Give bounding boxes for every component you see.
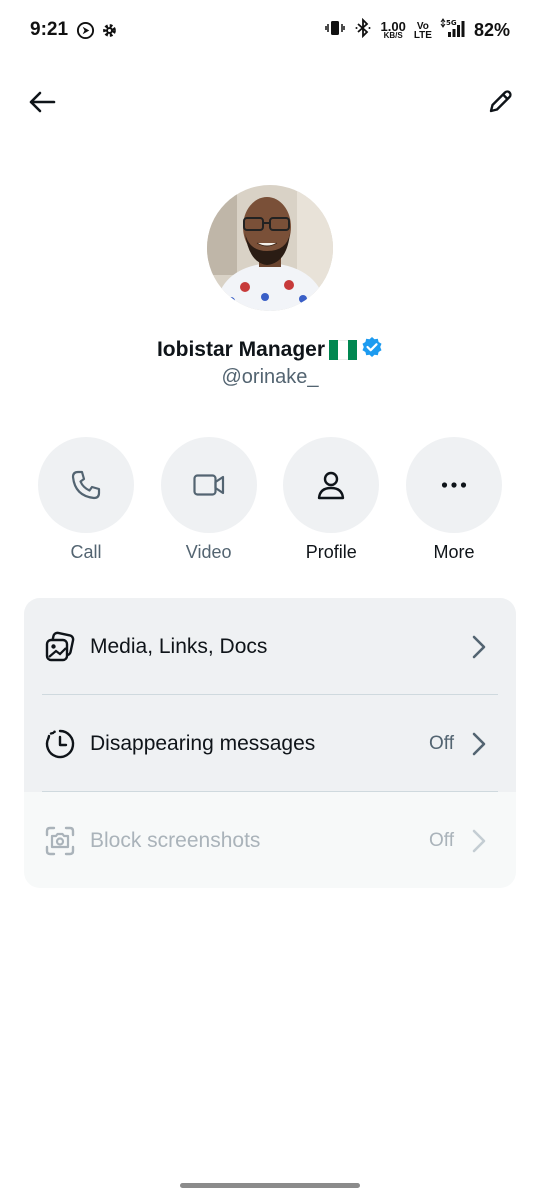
vibrate-icon <box>324 18 345 43</box>
media-icon <box>44 631 76 663</box>
verified-badge-icon <box>361 336 383 364</box>
block-screenshots-row[interactable]: Block screenshots Off <box>24 792 516 888</box>
chevron-right-icon <box>468 732 490 755</box>
status-time: 9:21 <box>30 19 69 40</box>
volte-indicator: Vo LTE <box>413 20 432 41</box>
screenshot-icon <box>44 825 76 857</box>
disappearing-messages-row[interactable]: Disappearing messages Off <box>24 695 516 792</box>
edit-button[interactable] <box>482 84 518 120</box>
more-icon <box>441 482 467 488</box>
user-handle: @orinake_ <box>221 366 319 388</box>
status-bar: 9:21 1.00 KB/S Vo LTE 5G 82% <box>0 0 540 62</box>
chevron-right-icon <box>468 635 490 658</box>
svg-text:5G: 5G <box>446 19 457 27</box>
home-indicator[interactable] <box>180 1183 360 1188</box>
gear-icon <box>101 22 118 44</box>
video-button[interactable]: Video <box>160 437 257 563</box>
profile-photo <box>207 185 333 311</box>
bluetooth-icon <box>353 17 373 43</box>
more-button[interactable]: More <box>405 437 502 563</box>
signal-icon: 5G <box>440 18 466 43</box>
top-nav <box>0 78 540 126</box>
display-name: Iobistar Manager <box>0 336 540 364</box>
block-screenshots-label: Block screenshots <box>90 828 261 852</box>
video-icon <box>193 474 224 496</box>
avatar[interactable] <box>207 185 333 311</box>
back-button[interactable] <box>24 84 60 120</box>
media-links-docs-label: Media, Links, Docs <box>90 634 268 658</box>
disappearing-messages-value: Off <box>429 732 454 754</box>
nigeria-flag-icon <box>329 340 357 360</box>
pencil-icon <box>489 90 512 113</box>
profile-button[interactable]: Profile <box>283 437 380 563</box>
block-screenshots-value: Off <box>429 829 454 851</box>
media-links-docs-row[interactable]: Media, Links, Docs <box>24 598 516 695</box>
timer-icon <box>44 728 76 760</box>
disappearing-messages-label: Disappearing messages <box>90 731 316 755</box>
conversation-settings: Media, Links, Docs Disappearing messages… <box>24 598 516 888</box>
action-buttons: Call Video Profile More <box>38 437 502 563</box>
person-icon <box>318 471 345 500</box>
arrow-left-icon <box>29 91 56 113</box>
battery-level: 82% <box>473 20 510 40</box>
phone-icon <box>71 470 101 500</box>
navigation-icon <box>76 21 95 45</box>
data-speed: 1.00 KB/S <box>380 18 406 40</box>
call-button[interactable]: Call <box>38 437 134 563</box>
chevron-right-icon <box>468 829 490 852</box>
